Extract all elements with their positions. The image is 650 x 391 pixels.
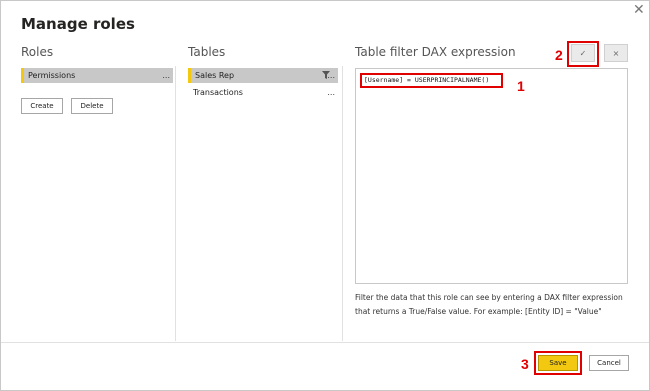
dax-header: Table filter DAX expression bbox=[355, 45, 516, 59]
annotation-1: 1 bbox=[517, 78, 525, 94]
annotation-3: 3 bbox=[521, 356, 529, 372]
divider bbox=[175, 66, 176, 341]
roles-header: Roles bbox=[21, 45, 54, 59]
delete-button[interactable]: Delete bbox=[71, 98, 113, 114]
tables-header: Tables bbox=[188, 45, 226, 59]
confirm-check-button[interactable]: ✓ bbox=[571, 44, 595, 62]
dialog-title: Manage roles bbox=[21, 15, 135, 33]
close-icon: × bbox=[612, 48, 620, 58]
role-item-label: Permissions bbox=[28, 71, 76, 80]
role-more-icon[interactable]: ... bbox=[162, 68, 170, 83]
save-button[interactable]: Save bbox=[538, 355, 578, 371]
help-text: Filter the data that this role can see b… bbox=[355, 293, 623, 316]
table-item-label: Sales Rep bbox=[195, 71, 235, 80]
close-icon[interactable]: ✕ bbox=[633, 3, 645, 17]
table-item-label: Transactions bbox=[193, 88, 243, 97]
table-more-icon[interactable]: ... bbox=[327, 85, 335, 100]
manage-roles-dialog: Manage roles ✕ Roles Permissions ... Cre… bbox=[0, 0, 650, 391]
dax-expression-text[interactable]: [Username] = USERPRINCIPALNAME() bbox=[360, 73, 503, 88]
check-icon: ✓ bbox=[579, 48, 587, 58]
discard-button[interactable]: × bbox=[604, 44, 628, 62]
role-item-permissions[interactable]: Permissions ... bbox=[21, 68, 173, 83]
table-item-sales-rep[interactable]: Sales Rep ... bbox=[188, 68, 338, 83]
cancel-button[interactable]: Cancel bbox=[589, 355, 629, 371]
create-button[interactable]: Create bbox=[21, 98, 63, 114]
table-more-icon[interactable]: ... bbox=[327, 68, 335, 83]
footer-divider bbox=[1, 342, 649, 343]
annotation-2: 2 bbox=[555, 47, 563, 63]
divider bbox=[342, 66, 343, 341]
table-item-transactions[interactable]: Transactions ... bbox=[188, 85, 338, 100]
dax-expression-editor[interactable]: [Username] = USERPRINCIPALNAME() bbox=[355, 68, 628, 284]
